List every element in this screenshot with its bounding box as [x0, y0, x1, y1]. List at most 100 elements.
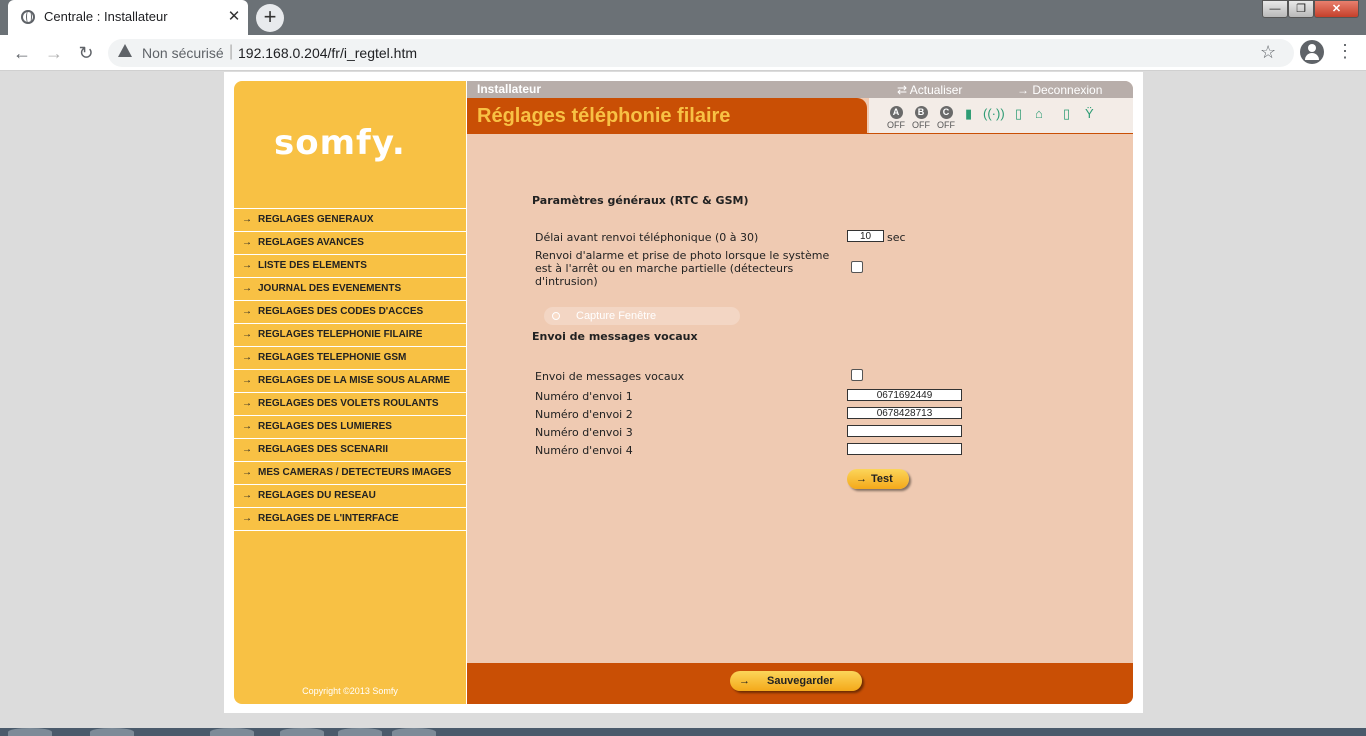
refresh-icon: ⇄: [897, 83, 910, 97]
arrow-right-icon: →: [856, 473, 867, 485]
sidebar-item-interface[interactable]: → REGLAGES DE L'INTERFACE: [234, 508, 466, 531]
sidebar-item-label: REGLAGES DES LUMIERES: [258, 421, 392, 432]
number-4-label: Numéro d'envoi 4: [535, 444, 633, 457]
new-tab-button[interactable]: +: [256, 4, 284, 32]
taskbar-item[interactable]: [90, 728, 134, 736]
number-2-input[interactable]: 0678428713: [847, 407, 962, 419]
arrow-right-icon: →: [242, 283, 252, 294]
sidebar-item-cameras[interactable]: → MES CAMERAS / DETECTEURS IMAGES: [234, 462, 466, 485]
sidebar-item-label: LISTE DES ELEMENTS: [258, 260, 367, 271]
capture-icon: [552, 312, 560, 320]
delay-label: Délai avant renvoi téléphonique (0 à 30): [535, 231, 759, 244]
sidebar-item-liste-elements[interactable]: → LISTE DES ELEMENTS: [234, 255, 466, 278]
star-icon[interactable]: ☆: [1260, 42, 1276, 63]
voice-enable-checkbox[interactable]: [851, 369, 863, 381]
arrow-right-icon: →: [1017, 83, 1033, 97]
arrow-right-icon: →: [242, 306, 252, 317]
signal-icon: ((·)): [983, 106, 1005, 121]
test-button[interactable]: → Test: [847, 469, 909, 489]
zone-c-status: C OFF: [935, 102, 957, 130]
sidebar-item-volets-roulants[interactable]: → REGLAGES DES VOLETS ROULANTS: [234, 393, 466, 416]
sidebar-item-mise-sous-alarme[interactable]: → REGLAGES DE LA MISE SOUS ALARME: [234, 370, 466, 393]
window-minimize-button[interactable]: —: [1262, 0, 1288, 18]
number-3-label: Numéro d'envoi 3: [535, 426, 633, 439]
sidebar-menu: → REGLAGES GENERAUX → REGLAGES AVANCES → LI…: [234, 208, 466, 531]
arrow-right-icon: →: [242, 260, 252, 271]
zone-a-status: A OFF: [885, 102, 907, 130]
voice-enable-label: Envoi de messages vocaux: [535, 370, 685, 383]
arrow-right-icon: →: [242, 421, 252, 432]
sidebar-item-scenarii[interactable]: → REGLAGES DES SCENARII: [234, 439, 466, 462]
tab-close-icon[interactable]: ✕: [225, 7, 243, 25]
number-3-input[interactable]: [847, 425, 962, 437]
refresh-link[interactable]: ⇄ Actualiser: [897, 83, 962, 97]
sidebar-item-telephonie-filaire[interactable]: → REGLAGES TELEPHONIE FILAIRE: [234, 324, 466, 347]
browser-menu-icon[interactable]: ⋮: [1336, 41, 1354, 61]
device-icon: ▯: [1015, 106, 1023, 121]
page-title: Réglages téléphonie filaire: [477, 105, 731, 127]
title-divider: [467, 133, 1133, 134]
taskbar-item[interactable]: [210, 728, 254, 736]
sidebar-item-codes-acces[interactable]: → REGLAGES DES CODES D'ACCES: [234, 301, 466, 324]
status-area: A OFF B OFF C OFF ▮ ((·)) ▯ ⌂ ▯ Ÿ: [869, 98, 1133, 133]
sidebar-item-label: REGLAGES AVANCES: [258, 237, 364, 248]
sidebar-item-telephonie-gsm[interactable]: → REGLAGES TELEPHONIE GSM: [234, 347, 466, 370]
sidebar: somfy. → REGLAGES GENERAUX → REGLAGES AVAN…: [234, 81, 466, 704]
browser-tab[interactable]: Centrale : Installateur ✕: [8, 0, 248, 35]
number-4-input[interactable]: [847, 443, 962, 455]
reload-icon[interactable]: ↻: [74, 41, 98, 65]
alarm-forward-label-line1: Renvoi d'alarme et prise de photo lorsqu…: [535, 249, 830, 262]
sidebar-item-label: REGLAGES GENERAUX: [258, 214, 374, 225]
sidebar-item-label: MES CAMERAS / DETECTEURS IMAGES: [258, 467, 452, 478]
copyright: Copyright ©2013 Somfy: [302, 686, 398, 696]
sensor-icon: ▯: [1063, 106, 1071, 121]
taskbar-item[interactable]: [280, 728, 324, 736]
window-maximize-button[interactable]: ❐: [1288, 0, 1314, 18]
zone-c-state: OFF: [937, 120, 955, 130]
forward-arrow-icon[interactable]: →: [42, 41, 66, 65]
sidebar-item-label: REGLAGES DE LA MISE SOUS ALARME: [258, 375, 451, 386]
number-1-input[interactable]: 0671692449: [847, 389, 962, 401]
top-bar: Installateur ⇄ Actualiser → Deconnexion: [467, 81, 1133, 98]
alarm-forward-checkbox[interactable]: [851, 261, 863, 273]
delay-input[interactable]: 10: [847, 230, 884, 242]
taskbar-item[interactable]: [392, 728, 436, 736]
sidebar-item-reglages-generaux[interactable]: → REGLAGES GENERAUX: [234, 209, 466, 232]
logout-link[interactable]: → Deconnexion: [1017, 83, 1102, 97]
sidebar-item-label: REGLAGES TELEPHONIE FILAIRE: [258, 329, 423, 340]
sidebar-item-label: REGLAGES DU RESEAU: [258, 490, 376, 501]
sidebar-item-label: REGLAGES DES CODES D'ACCES: [258, 306, 424, 317]
zone-a-state: OFF: [887, 120, 905, 130]
arrow-right-icon: →: [242, 444, 252, 455]
sidebar-item-lumieres[interactable]: → REGLAGES DES LUMIERES: [234, 416, 466, 439]
antenna-icon: Ÿ: [1085, 106, 1094, 121]
arrow-right-icon: →: [242, 398, 252, 409]
save-button-label: Sauvegarder: [767, 675, 834, 687]
address-bar[interactable]: Non sécurisé | 192.168.0.204/fr/i_regtel…: [108, 39, 1294, 67]
window-close-button[interactable]: ✕: [1314, 0, 1359, 18]
url-text[interactable]: 192.168.0.204/fr/i_regtel.htm: [238, 45, 417, 61]
capture-window-hint: Capture Fenêtre: [544, 307, 740, 325]
save-button[interactable]: → Sauvegarder: [730, 671, 862, 691]
zone-b-icon: B: [914, 106, 928, 119]
browser-titlebar: Centrale : Installateur ✕ + — ❐ ✕: [0, 0, 1366, 35]
profile-icon[interactable]: [1300, 40, 1324, 64]
security-label[interactable]: Non sécurisé: [142, 45, 224, 61]
sidebar-item-reseau[interactable]: → REGLAGES DU RESEAU: [234, 485, 466, 508]
main-content: Installateur ⇄ Actualiser → Deconnexion …: [467, 81, 1133, 704]
back-arrow-icon[interactable]: ←: [10, 41, 34, 65]
taskbar-item[interactable]: [338, 728, 382, 736]
capture-hint-label: Capture Fenêtre: [576, 310, 657, 322]
taskbar-item[interactable]: [8, 728, 52, 736]
arrow-right-icon: →: [242, 375, 252, 386]
somfy-logo: somfy.: [274, 123, 406, 163]
number-1-label: Numéro d'envoi 1: [535, 390, 633, 403]
sidebar-item-journal-evenements[interactable]: → JOURNAL DES EVENEMENTS: [234, 278, 466, 301]
home-ok-icon: ⌂: [1035, 106, 1043, 121]
browser-toolbar: ← → ↻ Non sécurisé | 192.168.0.204/fr/i_…: [0, 35, 1366, 71]
sidebar-item-reglages-avances[interactable]: → REGLAGES AVANCES: [234, 232, 466, 255]
arrow-right-icon: →: [242, 467, 252, 478]
delay-unit: sec: [887, 231, 906, 244]
battery-icon: ▮: [965, 106, 973, 121]
alarm-forward-label-line3: d'intrusion): [535, 275, 598, 288]
